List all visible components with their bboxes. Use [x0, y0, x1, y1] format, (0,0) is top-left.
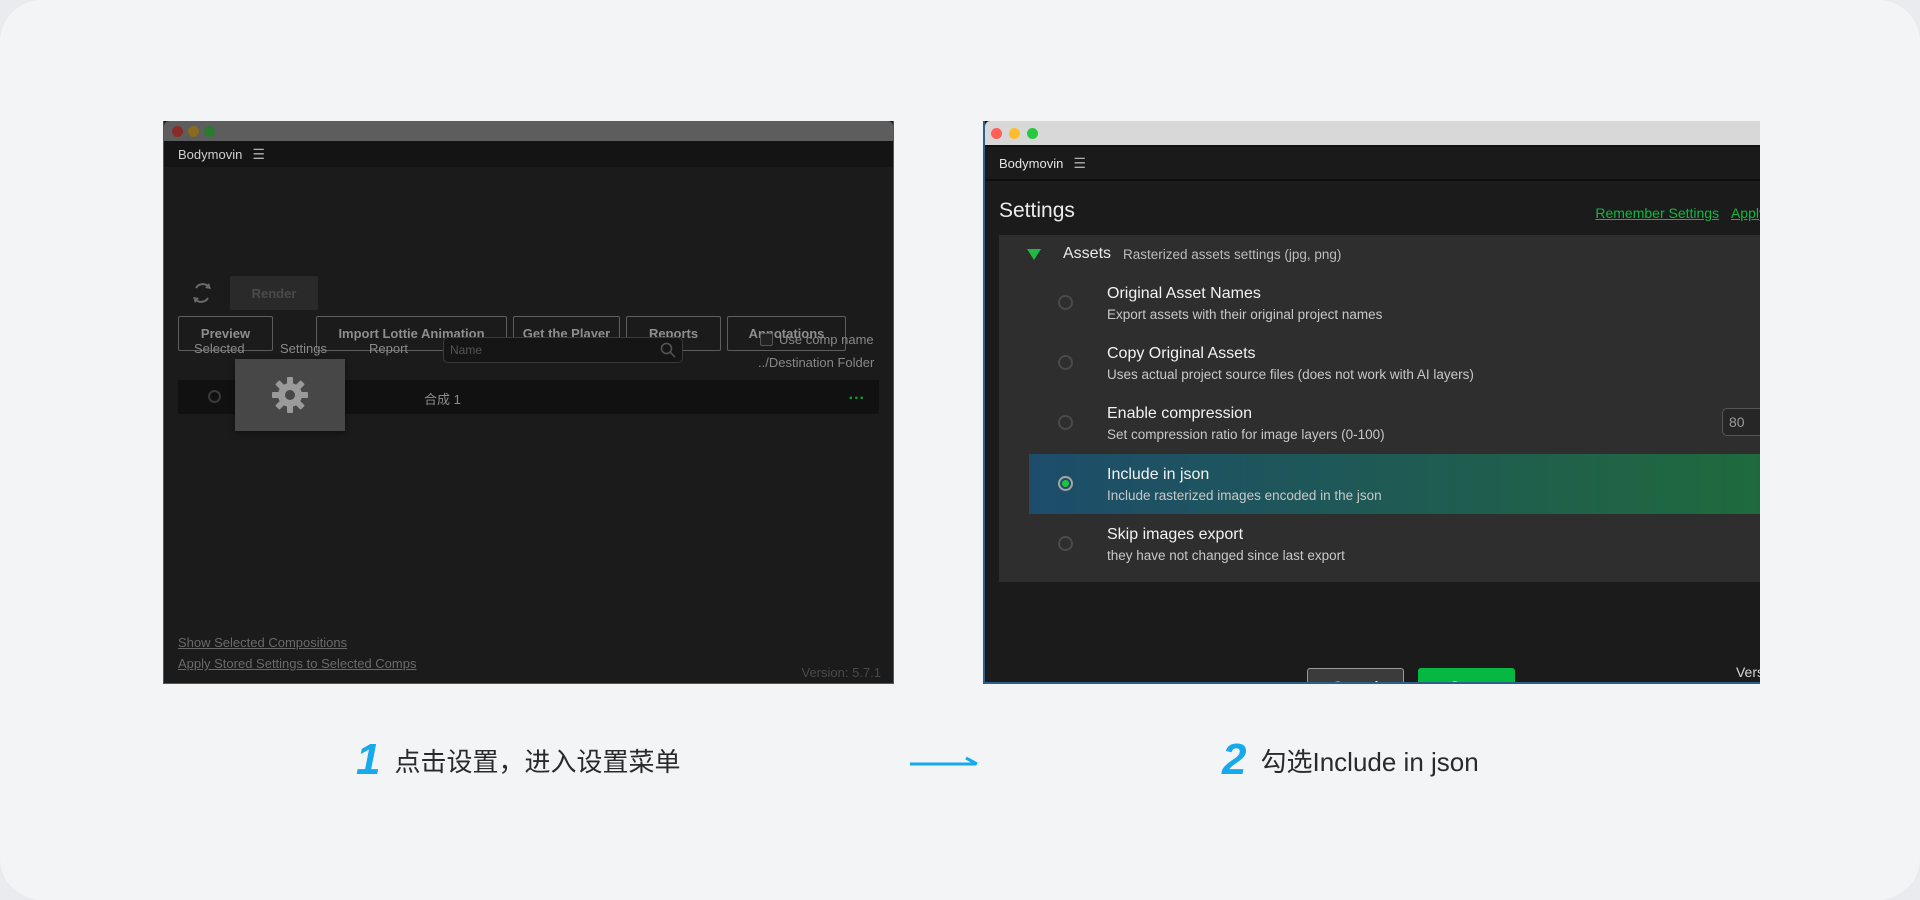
composition-name: 合成 1	[424, 392, 461, 407]
option-radio[interactable]	[1058, 536, 1073, 551]
option-title: Copy Original Assets	[1107, 345, 1256, 362]
panel-header: Bodymovin ☰	[985, 147, 1760, 179]
search-placeholder: Name	[450, 343, 483, 357]
gear-icon	[272, 377, 308, 413]
zoom-window-dot[interactable]	[1027, 128, 1038, 139]
use-comp-name-option[interactable]: Use comp name	[760, 332, 874, 347]
step-1-caption: 1 点击设置，进入设置菜单	[356, 738, 681, 782]
step-text: 勾选Include in json	[1260, 746, 1479, 777]
option-radio[interactable]	[1058, 355, 1073, 370]
version-label: Vers	[1735, 664, 1760, 680]
option-title: Skip images export	[1107, 526, 1244, 543]
window-titlebar	[164, 121, 893, 141]
option-include-in-json[interactable]: Include in json Include rasterized image…	[1029, 454, 1760, 514]
option-radio[interactable]	[1058, 415, 1073, 430]
zoom-window-dot[interactable]	[204, 126, 215, 137]
apply-stored-settings-link[interactable]: Apply Stored Settings to Selected Comps	[178, 656, 416, 671]
save-button[interactable]: Save	[1418, 668, 1515, 682]
option-description: they have not changed since last export	[1107, 548, 1345, 563]
minimize-window-dot[interactable]	[1009, 128, 1020, 139]
bodymovin-settings-window: Bodymovin ☰ Settings Remember Settings A…	[983, 121, 1760, 684]
panel-title: Bodymovin	[178, 146, 243, 162]
version-label: Version: 5.7.1	[801, 665, 882, 680]
minimize-window-dot[interactable]	[188, 126, 199, 137]
apply-link[interactable]: Apply	[1731, 205, 1760, 221]
option-title: Enable compression	[1107, 405, 1252, 422]
cancel-button[interactable]: Cancel	[1307, 668, 1404, 682]
assets-section: Assets Rasterized assets settings (jpg, …	[999, 235, 1760, 582]
step-text: 点击设置，进入设置菜单	[394, 746, 681, 777]
option-description: Export assets with their original projec…	[1107, 307, 1383, 322]
close-window-dot[interactable]	[172, 126, 183, 137]
collapse-triangle-icon[interactable]	[1027, 248, 1041, 260]
refresh-icon[interactable]	[187, 278, 217, 308]
composition-settings-button[interactable]	[235, 359, 345, 431]
option-radio-selected[interactable]	[1058, 476, 1073, 491]
step-2-caption: 2 勾选Include in json	[1222, 738, 1479, 782]
panel-header: Bodymovin ☰	[164, 141, 893, 167]
column-settings: Settings	[280, 341, 327, 356]
render-button[interactable]: Render	[230, 276, 318, 310]
bodymovin-main-window: Bodymovin ☰ Preview Import Lottie Animat…	[163, 121, 894, 684]
show-selected-compositions-link[interactable]: Show Selected Compositions	[178, 635, 347, 650]
hamburger-menu-icon[interactable]: ☰	[1073, 155, 1086, 172]
option-skip-images-export[interactable]: Skip images export they have not changed…	[1029, 514, 1760, 574]
settings-panel: Settings Remember Settings Apply Assets …	[985, 181, 1760, 682]
remember-settings-link[interactable]: Remember Settings	[1595, 205, 1719, 221]
assets-title: Assets	[1063, 245, 1112, 262]
destination-folder-link[interactable]: ../Destination Folder	[758, 355, 874, 370]
panel-title: Bodymovin	[999, 155, 1064, 171]
settings-title: Settings	[999, 199, 1075, 222]
use-comp-name-checkbox[interactable]	[760, 333, 773, 346]
option-enable-compression[interactable]: Enable compression Set compression ratio…	[1029, 393, 1760, 453]
option-description: Set compression ratio for image layers (…	[1107, 427, 1385, 442]
name-search-input[interactable]: Name	[443, 337, 683, 363]
option-title: Include in json	[1107, 466, 1210, 483]
step-number: 2	[1222, 735, 1247, 784]
step-number: 1	[356, 735, 381, 784]
close-window-dot[interactable]	[991, 128, 1002, 139]
tutorial-card: Bodymovin ☰ Preview Import Lottie Animat…	[0, 0, 1920, 900]
hamburger-menu-icon[interactable]: ☰	[252, 146, 265, 163]
compression-ratio-input[interactable]: 80	[1722, 408, 1760, 436]
option-original-asset-names[interactable]: Original Asset Names Export assets with …	[1029, 273, 1760, 333]
search-icon	[660, 342, 676, 358]
composition-select-radio[interactable]	[208, 390, 221, 403]
option-radio[interactable]	[1058, 295, 1073, 310]
column-selected: Selected	[194, 341, 245, 356]
arrow-right-icon	[910, 756, 978, 766]
assets-subtitle: Rasterized assets settings (jpg, png)	[1123, 246, 1342, 262]
option-title: Original Asset Names	[1107, 285, 1261, 302]
composition-more-button[interactable]: ...	[849, 386, 865, 404]
option-copy-original-assets[interactable]: Copy Original Assets Uses actual project…	[1029, 333, 1760, 393]
settings-links: Remember Settings Apply	[1587, 205, 1760, 221]
option-description: Include rasterized images encoded in the…	[1107, 488, 1382, 503]
column-report: Report	[369, 341, 409, 356]
option-description: Uses actual project source files (does n…	[1107, 367, 1474, 382]
use-comp-name-label: Use comp name	[779, 332, 874, 347]
assets-header[interactable]: Assets Rasterized assets settings (jpg, …	[1027, 245, 1341, 263]
window-titlebar	[985, 121, 1760, 145]
